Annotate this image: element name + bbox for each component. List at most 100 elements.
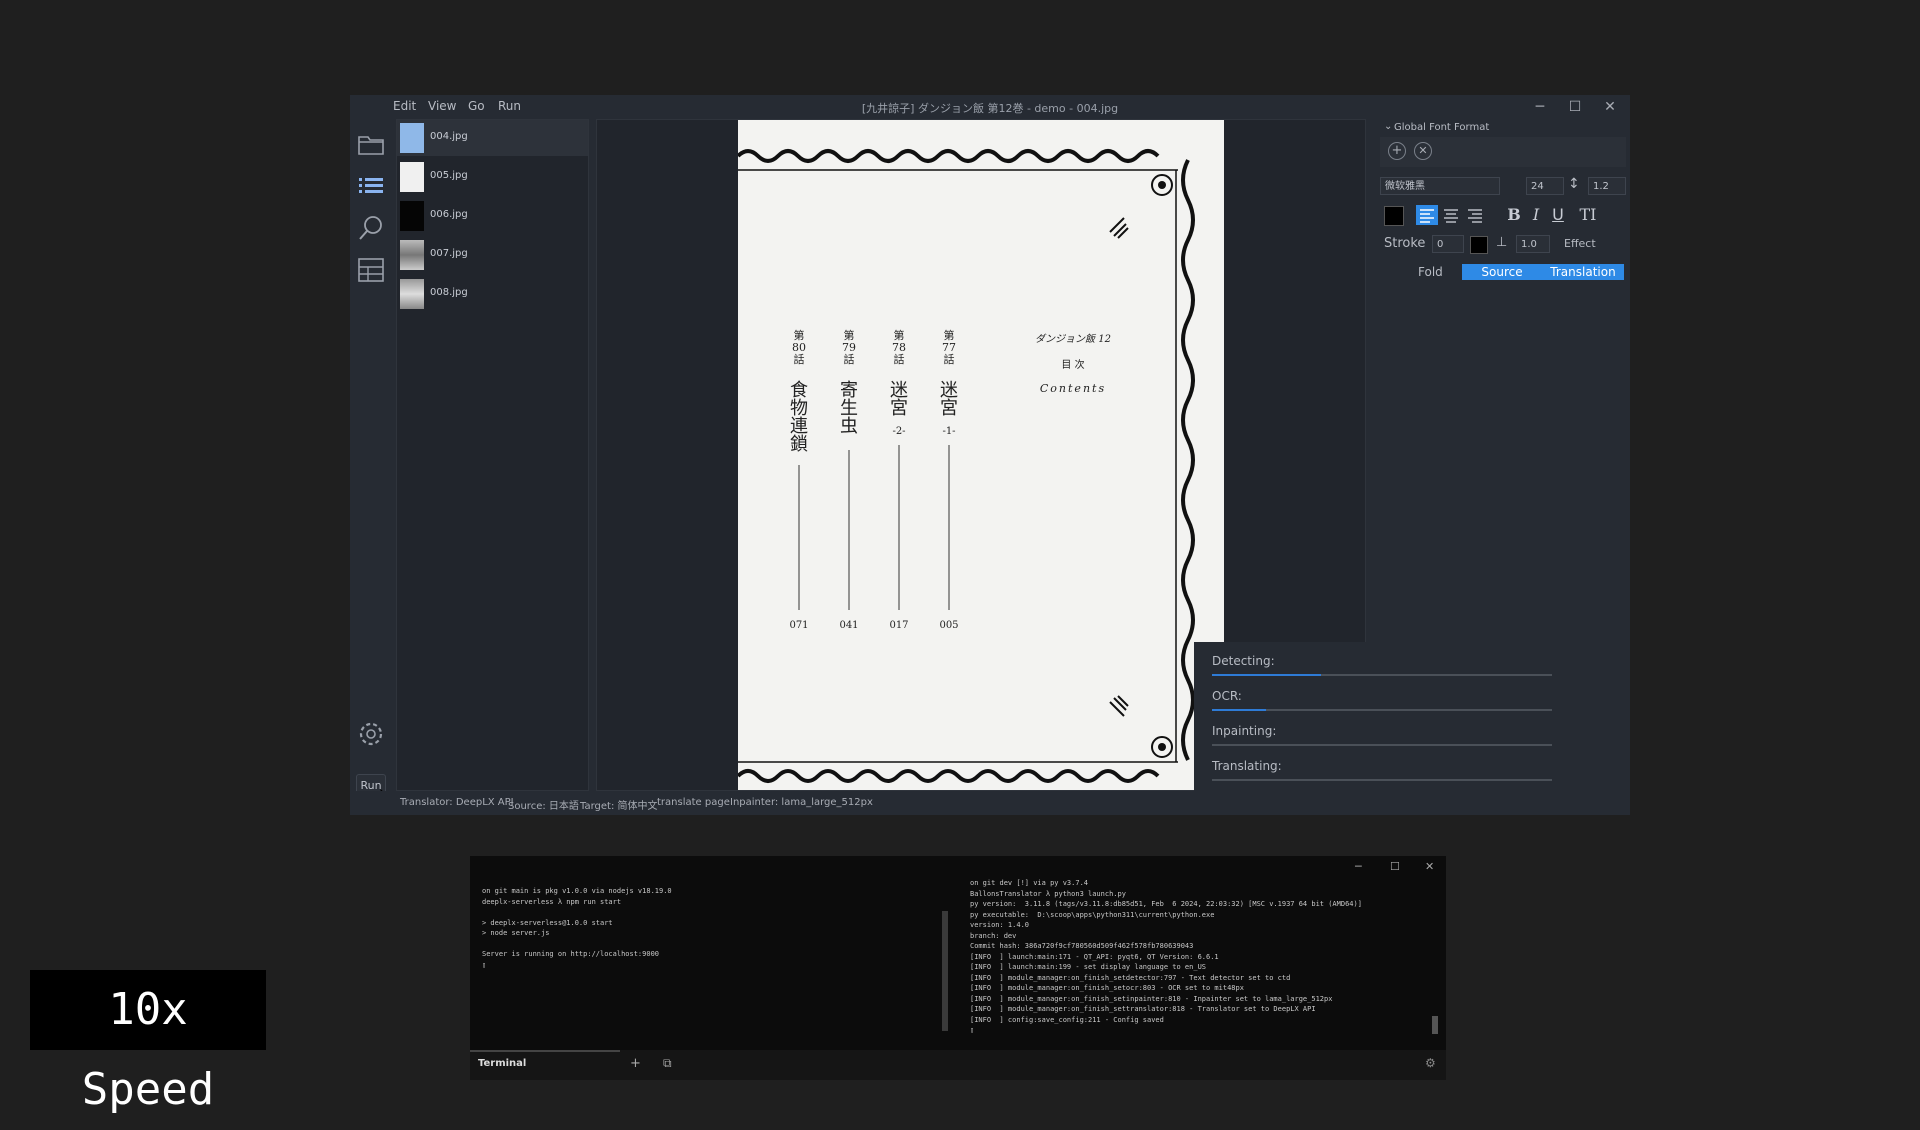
file-item-004[interactable]: 004.jpg bbox=[397, 120, 588, 156]
thumbnail bbox=[400, 201, 424, 231]
terminal-settings-icon[interactable]: ⚙ bbox=[1425, 1056, 1436, 1070]
folder-open-icon[interactable] bbox=[356, 129, 386, 159]
maximize-button[interactable]: ☐ bbox=[1560, 97, 1590, 117]
detecting-progress-fill bbox=[1212, 674, 1321, 676]
chapter-79-title: 寄生虫 bbox=[837, 380, 858, 434]
thumbnail bbox=[400, 240, 424, 270]
terminal-tab-indicator bbox=[470, 1050, 620, 1052]
chapter-78-title: 迷宮 bbox=[887, 380, 908, 416]
thumbnail bbox=[400, 279, 424, 309]
chapter-79-page: 041 bbox=[839, 620, 859, 631]
font-size-select[interactable]: 24 bbox=[1526, 177, 1564, 195]
stroke-width-select[interactable]: 0 bbox=[1432, 235, 1464, 253]
chapter-78-page: 017 bbox=[889, 620, 909, 631]
chevron-down-icon[interactable]: ⌄ bbox=[1384, 121, 1392, 132]
line-spacing-icon: ↕ bbox=[1568, 176, 1580, 192]
list-icon[interactable] bbox=[356, 171, 386, 201]
status-target[interactable]: Target: 简体中文 bbox=[580, 797, 658, 812]
effect-button[interactable]: Effect bbox=[1564, 237, 1596, 250]
file-item-007[interactable]: 007.jpg bbox=[397, 237, 588, 273]
stroke-label: Stroke bbox=[1384, 236, 1426, 251]
file-item-008[interactable]: 008.jpg bbox=[397, 276, 588, 312]
chapter-80-page: 071 bbox=[789, 620, 809, 631]
split-pane-icon[interactable]: ⧉ bbox=[663, 1056, 672, 1071]
chapter-77-title: 迷宮 bbox=[937, 380, 958, 416]
font-family-select[interactable]: 微软雅黑 bbox=[1380, 177, 1500, 195]
align-left-icon bbox=[1420, 209, 1434, 223]
terminal-scrollbar-right[interactable] bbox=[1432, 1016, 1438, 1034]
status-bar: Translator: DeepLX API Source: 日本語 Targe… bbox=[350, 791, 1630, 815]
ornamental-border bbox=[738, 149, 1195, 783]
layout-grid-icon[interactable] bbox=[356, 255, 386, 285]
terminal-minimize-button[interactable]: ─ bbox=[1355, 860, 1362, 873]
status-mode[interactable]: translate page bbox=[657, 797, 730, 808]
terminal-tab[interactable]: Terminal bbox=[478, 1058, 526, 1069]
chapter-80-number: 第 80 話 bbox=[792, 329, 806, 366]
font-color-swatch[interactable] bbox=[1384, 206, 1404, 226]
line-spacing-select[interactable]: 1.2 bbox=[1588, 177, 1626, 195]
global-font-format-header[interactable]: Global Font Format bbox=[1394, 122, 1489, 133]
inpainting-progress bbox=[1212, 744, 1552, 746]
file-name: 005.jpg bbox=[430, 170, 468, 181]
inpainting-label: Inpainting: bbox=[1212, 724, 1277, 738]
ocr-progress bbox=[1212, 709, 1552, 711]
speed-badge: 10x Speed bbox=[30, 970, 266, 1115]
translating-label: Translating: bbox=[1212, 759, 1282, 773]
file-name: 004.jpg bbox=[430, 131, 468, 142]
chapter-78-number: 第 78 話 bbox=[892, 329, 906, 366]
file-name: 007.jpg bbox=[430, 248, 468, 259]
status-translator[interactable]: Translator: DeepLX API bbox=[400, 797, 514, 808]
terminal-close-button[interactable]: ✕ bbox=[1425, 860, 1434, 873]
underline-icon[interactable]: U bbox=[1548, 205, 1568, 225]
app-window: Edit View Go Run [九井諒子] ダンジョン飯 第12巻 - de… bbox=[350, 95, 1630, 815]
vertical-text-icon[interactable]: TI bbox=[1576, 205, 1600, 225]
add-preset-icon[interactable]: + bbox=[1388, 142, 1406, 160]
letter-spacing-icon: ⊥ bbox=[1496, 235, 1508, 250]
terminal-pane-left[interactable]: on git main is pkg v1.0.0 via nodejs v18… bbox=[482, 886, 672, 970]
chapter-78-subtitle: -2- bbox=[892, 426, 906, 437]
translation-tab[interactable]: Translation bbox=[1542, 264, 1624, 280]
letter-spacing-select[interactable]: 1.0 bbox=[1516, 235, 1550, 253]
terminal-pane-right[interactable]: on git dev [!] via py v3.7.4 BallonsTran… bbox=[970, 878, 1362, 1036]
chapter-79-number: 第 79 話 bbox=[842, 329, 856, 366]
thumbnail bbox=[400, 162, 424, 192]
stroke-color-swatch[interactable] bbox=[1470, 236, 1488, 254]
ocr-progress-fill bbox=[1212, 709, 1267, 711]
source-tab[interactable]: Source bbox=[1462, 264, 1542, 280]
chapter-77-subtitle: -1- bbox=[942, 426, 956, 437]
ocr-label: OCR: bbox=[1212, 689, 1242, 703]
left-toolbar: Run bbox=[350, 119, 392, 805]
chapter-77-page: 005 bbox=[939, 620, 959, 631]
file-name: 008.jpg bbox=[430, 287, 468, 298]
status-source[interactable]: Source: 日本語 bbox=[508, 797, 579, 812]
book-title: ダンジョン飯 12 bbox=[1035, 334, 1111, 345]
bold-icon[interactable]: B bbox=[1504, 205, 1524, 225]
title-bar: Edit View Go Run [九井諒子] ダンジョン飯 第12巻 - de… bbox=[350, 95, 1630, 119]
terminal-maximize-button[interactable]: ☐ bbox=[1390, 860, 1400, 873]
status-inpainter[interactable]: Inpainter: lama_large_512px bbox=[730, 797, 873, 808]
chapter-77-number: 第 77 話 bbox=[942, 329, 956, 366]
align-right-icon[interactable] bbox=[1464, 205, 1486, 225]
terminal-scrollbar[interactable] bbox=[942, 911, 948, 1031]
progress-panel: Detecting: OCR: Inpainting: Translating: bbox=[1194, 642, 1630, 815]
file-name: 006.jpg bbox=[430, 209, 468, 220]
delete-preset-icon[interactable]: ✕ bbox=[1414, 142, 1432, 160]
align-center-icon[interactable] bbox=[1440, 205, 1462, 225]
fold-tab[interactable]: Fold bbox=[1418, 265, 1443, 279]
preset-toolbar: + ✕ bbox=[1380, 137, 1626, 167]
align-left-button[interactable] bbox=[1416, 205, 1438, 225]
search-icon[interactable] bbox=[356, 213, 386, 243]
new-tab-icon[interactable]: + bbox=[630, 1056, 641, 1071]
file-list: 004.jpg 005.jpg 006.jpg 007.jpg 008.jpg bbox=[396, 119, 589, 791]
manga-page: 第 80 話 食物連鎖 071 第 79 話 寄生虫 041 第 78 話 迷宮… bbox=[738, 120, 1224, 790]
translating-progress bbox=[1212, 779, 1552, 781]
file-item-005[interactable]: 005.jpg bbox=[397, 159, 588, 195]
terminal-tabbar: Terminal + ⧉ ⚙ bbox=[470, 1050, 1446, 1080]
settings-gear-icon[interactable] bbox=[356, 719, 386, 749]
italic-icon[interactable]: I bbox=[1526, 205, 1546, 225]
close-button[interactable]: ✕ bbox=[1595, 97, 1625, 117]
thumbnail bbox=[400, 123, 424, 153]
minimize-button[interactable]: ─ bbox=[1525, 97, 1555, 117]
terminal-window: ─ ☐ ✕ on git main is pkg v1.0.0 via node… bbox=[470, 856, 1446, 1080]
file-item-006[interactable]: 006.jpg bbox=[397, 198, 588, 234]
